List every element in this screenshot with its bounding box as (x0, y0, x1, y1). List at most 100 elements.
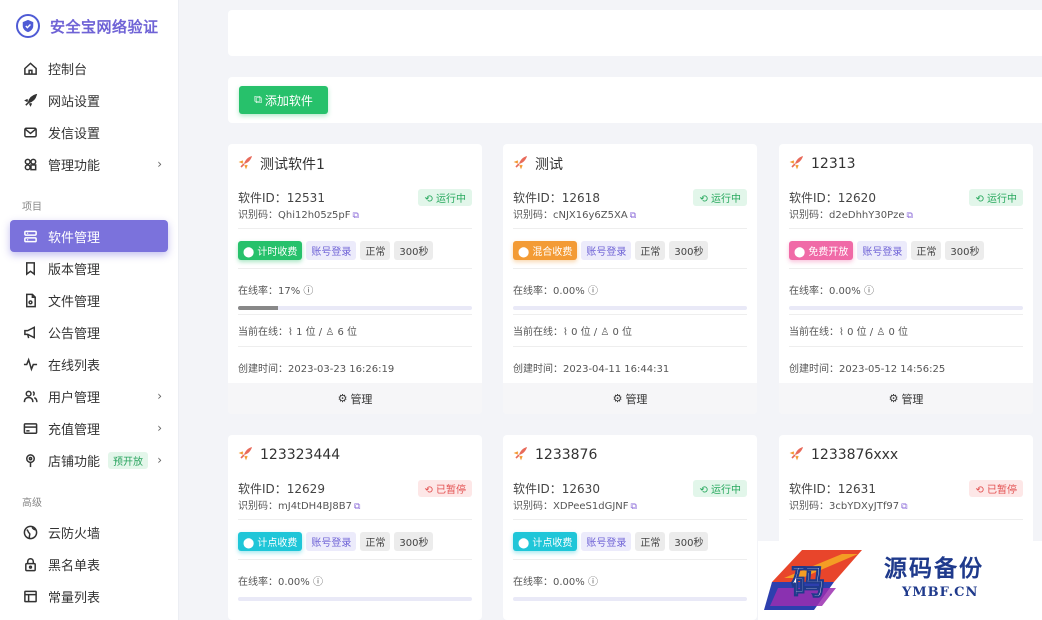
gear-icon: ⚙ (612, 392, 623, 405)
copy-icon[interactable]: ⧉ (907, 211, 913, 221)
charge-type-badge: ⬤ 免费开放 (789, 241, 854, 260)
software-id: 软件ID：12618 (513, 191, 600, 205)
charge-icon: ⬤ (243, 247, 258, 258)
sidebar-item-items_top-1[interactable]: 网站设置 (0, 84, 178, 116)
pulse-icon (22, 356, 38, 372)
login-type-badge: 账号登录 (581, 532, 632, 551)
sidebar-item-items_top-3[interactable]: 管理功能 › (0, 148, 178, 180)
help-icon[interactable]: ⓘ (588, 577, 598, 588)
sidebar-item-label: 网站设置 (48, 94, 101, 110)
charge-icon: ⬤ (518, 247, 533, 258)
card-tags: ⬤ 计点收费 账号登录 正常 300秒 (238, 532, 434, 551)
card-tags: ⬤ 计点收费 账号登录 正常 300秒 (513, 532, 709, 551)
rocket-icon (238, 445, 260, 465)
sidebar-item-label: 版本管理 (48, 262, 101, 278)
copy-icon[interactable]: ⧉ (901, 502, 907, 512)
sidebar-item-items_advanced-2[interactable]: 常量列表 (0, 580, 178, 612)
pulse-icon: ⌇ (839, 327, 848, 338)
help-icon[interactable]: ⓘ (864, 286, 874, 297)
card-tags: ⬤ 混合收费 账号登录 正常 300秒 (513, 241, 709, 260)
lock-icon (22, 556, 38, 572)
login-type-badge: 账号登录 (306, 532, 357, 551)
card-title: 测试 (513, 154, 563, 174)
sidebar-item-items_project-4[interactable]: 在线列表 (0, 348, 178, 380)
card-tags: ⬤ 免费开放 账号登录 正常 300秒 (789, 241, 985, 260)
megaphone-icon (22, 324, 38, 340)
rocket-icon (22, 92, 38, 108)
software-id: 软件ID：12620 (789, 191, 876, 205)
software-card: 123323444 软件ID：12629 ⟲ 已暂停 识别码：mJ4tDH4BJ8B7… (228, 435, 482, 620)
charge-type-badge: ⬤ 计点收费 (513, 532, 578, 551)
sidebar-item-items_advanced-0[interactable]: 云防火墙 (0, 516, 178, 548)
current-online: 当前在线：⌇ 0 位 / ♙ 0 位 (789, 327, 909, 338)
sync-icon: ⟲ (699, 485, 711, 496)
card-title: 123323444 (238, 445, 340, 465)
bookmark-icon (22, 260, 38, 276)
rocket-icon (789, 445, 811, 465)
sidebar-item-items_top-0[interactable]: 控制台 (0, 52, 178, 84)
sidebar-item-items_project-5[interactable]: 用户管理 › (0, 380, 178, 412)
sidebar-item-label: 店铺功能 (48, 454, 101, 470)
software-card: 测试 软件ID：12618 ⟲ 运行中 识别码：cNJX16y6Z5XA ⧉ ⬤ 混合收费… (503, 144, 757, 414)
online-rate-progress (238, 306, 472, 310)
sidebar-item-label: 常量列表 (48, 590, 101, 606)
sidebar-item-items_project-3[interactable]: 公告管理 (0, 316, 178, 348)
divider (513, 228, 747, 229)
sidebar-item-items_project-2[interactable]: 文件管理 (0, 284, 178, 316)
sidebar-item-items_project-6[interactable]: 充值管理 › (0, 412, 178, 444)
charge-icon: ⬤ (794, 247, 809, 258)
rocket-icon (513, 445, 535, 465)
software-card: 测试软件1 软件ID：12531 ⟲ 运行中 识别码：Qhi12h05z5pF ⧉ ⬤ 计… (228, 144, 482, 414)
rocket-icon (789, 154, 811, 174)
rocket-icon (513, 154, 535, 174)
manage-button[interactable]: ⚙ 管理 (228, 383, 482, 414)
manage-button[interactable]: ⚙ 管理 (503, 383, 757, 414)
interval-badge: 300秒 (394, 241, 434, 260)
sidebar: 安全宝网络验证 控制台 网站设置 发信设置 管理功能 › 项目 软件管理 版本管理 文件管理… (0, 0, 179, 620)
sidebar-item-items_top-2[interactable]: 发信设置 (0, 116, 178, 148)
software-code: 识别码：Qhi12h05z5pF ⧉ (238, 210, 359, 221)
divider (238, 346, 472, 347)
copy-icon[interactable]: ⧉ (354, 502, 360, 512)
status-badge: ⟲ 运行中 (693, 480, 747, 497)
help-icon[interactable]: ⓘ (303, 286, 313, 297)
manage-button[interactable]: ⚙ 管理 (779, 383, 1033, 414)
software-id: 软件ID：12531 (238, 191, 325, 205)
brand[interactable]: 安全宝网络验证 (0, 0, 178, 52)
home-icon (22, 60, 38, 76)
online-rate: 在线率：0.00% ⓘ (238, 577, 323, 588)
charge-icon: ⬤ (518, 538, 533, 549)
watermark-text: 源码备份 (884, 555, 984, 582)
sidebar-item-label: 发信设置 (48, 126, 101, 142)
card-icon (22, 420, 38, 436)
software-code: 识别码：cNJX16y6Z5XA ⧉ (513, 210, 637, 221)
sidebar-item-items_project-0[interactable]: 软件管理 (10, 220, 168, 252)
nav-main: 控制台网站设置发信设置管理功能 › (0, 52, 178, 180)
rocket-icon (238, 154, 260, 174)
divider (789, 228, 1023, 229)
watermark: 码 源码备份 YMBF.CN (758, 541, 1042, 620)
help-icon[interactable]: ⓘ (588, 286, 598, 297)
software-id: 软件ID：12631 (789, 482, 876, 496)
copy-icon[interactable]: ⧉ (353, 211, 359, 221)
online-rate: 在线率：17% ⓘ (238, 286, 314, 297)
sidebar-item-items_advanced-1[interactable]: 黑名单表 (0, 548, 178, 580)
software-id: 软件ID：12630 (513, 482, 600, 496)
chevron-right-icon: › (157, 453, 162, 467)
chevron-right-icon: › (157, 421, 162, 435)
software-name: 测试软件1 (260, 157, 325, 173)
card-title: 1233876xxx (789, 445, 898, 465)
sidebar-item-label: 控制台 (48, 62, 88, 78)
add-software-button[interactable]: ⧉ 添加软件 (239, 86, 328, 114)
software-id: 软件ID：12629 (238, 482, 325, 496)
sidebar-item-items_project-1[interactable]: 版本管理 (0, 252, 178, 284)
copy-icon[interactable]: ⧉ (631, 502, 637, 512)
divider (238, 519, 472, 520)
created-time: 创建时间：2023-03-23 16:26:19 (238, 364, 395, 375)
help-icon[interactable]: ⓘ (313, 577, 323, 588)
sidebar-item-items_project-7[interactable]: 店铺功能 预开放 › (0, 444, 178, 476)
user-icon: ♙ (325, 327, 338, 338)
copy-icon[interactable]: ⧉ (630, 211, 636, 221)
sidebar-item-label: 云防火墙 (48, 526, 101, 542)
watermark-logo-char: 码 (791, 563, 825, 603)
